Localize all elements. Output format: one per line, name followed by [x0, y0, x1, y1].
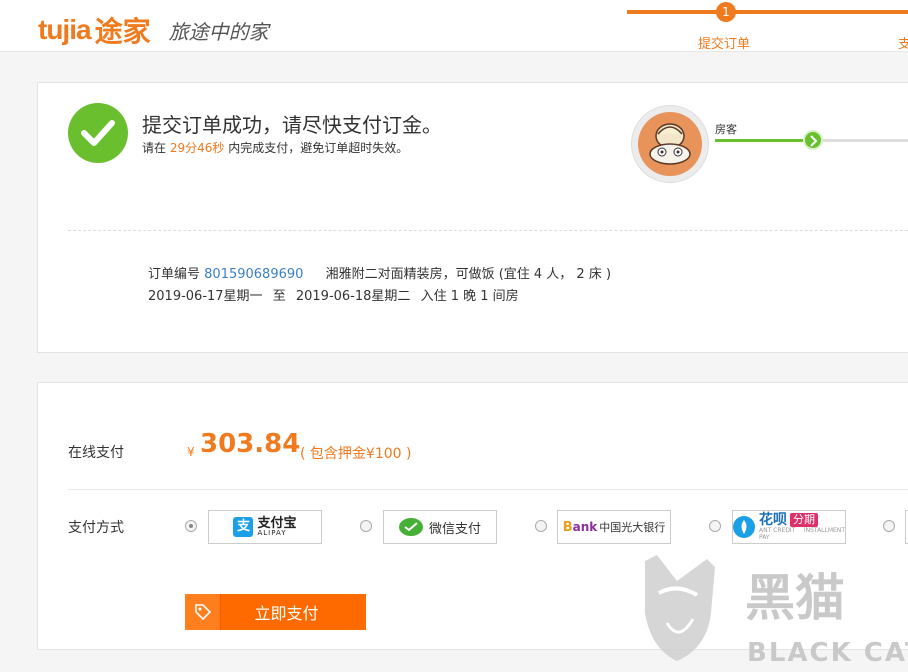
header: tujia 途家 旅途中的家 1 提交订单 支 — [0, 0, 908, 52]
bank-name: 中国光大银行 — [599, 521, 666, 534]
progress-done-line — [715, 139, 803, 142]
success-title: 提交订单成功，请尽快支付订金。 — [142, 113, 442, 137]
online-pay-label: 在线支付 — [68, 445, 124, 461]
wechat-icon — [398, 518, 423, 536]
logo-slogan: 旅途中的家 — [168, 19, 269, 44]
bank-logo-b: B — [562, 519, 573, 535]
deposit-note: ( 包含押金¥100 ) — [300, 446, 412, 462]
currency-symbol: ¥ — [187, 445, 195, 459]
pay-amount: 303.84 — [200, 429, 301, 459]
order-number[interactable]: 801590689690 — [204, 267, 303, 282]
payment-panel: 在线支付 ¥ 303.84 ( 包含押金¥100 ) 支付方式 支 支付宝 AL… — [37, 382, 908, 650]
huabei-radio[interactable] — [709, 520, 721, 532]
checkout-date: 2019-06-18星期二 — [295, 289, 411, 304]
date-to: 至 — [272, 289, 286, 304]
logo-cn: 途家 — [94, 15, 151, 48]
alipay-radio[interactable] — [185, 520, 197, 532]
guest-step-label: 房客 — [715, 123, 737, 136]
wechat-option[interactable]: 微信支付 — [383, 510, 497, 544]
installment-sub: INSTALLMENT — [803, 527, 845, 535]
countdown-prefix: 请在 — [142, 141, 170, 155]
stay-dates-line: 2019-06-17星期一 至 2019-06-18星期二 入住 1 晚 1 间… — [148, 285, 519, 304]
wechat-name: 微信支付 — [428, 521, 481, 537]
divider — [68, 489, 908, 490]
installment-tag: 分期 — [790, 513, 818, 528]
huabei-name: 花呗 — [759, 511, 787, 528]
logo[interactable]: tujia 途家 旅途中的家 — [38, 10, 269, 50]
step-1-dot: 1 — [716, 2, 736, 22]
more-method-radio[interactable] — [883, 520, 895, 532]
countdown-timer: 29分46秒 — [169, 141, 225, 155]
order-info-line: 订单编号 801590689690 湘雅附二对面精装房，可做饭 (宜住 4 人，… — [148, 263, 611, 282]
huabei-option[interactable]: 花呗 分期 ANT CREDIT PAY INSTALLMENT — [732, 510, 846, 544]
order-summary-panel: 提交订单成功，请尽快支付订金。 请在 29分46秒 内完成支付，避免订单超时失效… — [37, 82, 908, 353]
step-1-label: 提交订单 — [698, 37, 751, 52]
alipay-text: 支付宝 ALIPAY — [257, 517, 296, 537]
chevron-right-icon — [803, 130, 823, 150]
pay-now-label: 立即支付 — [254, 606, 319, 623]
pay-now-button[interactable]: 立即支付 — [185, 594, 366, 630]
alipay-sub: ALIPAY — [257, 529, 287, 537]
order-no-label: 订单编号 — [148, 267, 201, 282]
huabei-text: 花呗 分期 ANT CREDIT PAY INSTALLMENT — [759, 511, 845, 542]
dashed-divider — [68, 230, 908, 231]
guest-avatar — [631, 105, 709, 183]
step-progress-line — [627, 10, 908, 14]
bank-radio[interactable] — [535, 520, 547, 532]
success-check-icon — [68, 103, 128, 163]
checkin-date: 2019-06-17星期一 — [148, 289, 263, 304]
huabei-icon — [733, 516, 755, 538]
progress-pending-line — [823, 139, 908, 142]
success-subtitle: 请在 29分46秒 内完成支付，避免订单超时失效。 — [142, 139, 408, 156]
step-2-label: 支 — [898, 37, 908, 52]
avatar-image — [638, 112, 702, 176]
room-description: 湘雅附二对面精装房，可做饭 (宜住 4 人， 2 床 ) — [325, 267, 612, 282]
wechat-radio[interactable] — [360, 520, 372, 532]
countdown-suffix: 内完成支付，避免订单超时失效。 — [224, 141, 409, 155]
bank-logo-ank: ank — [572, 520, 598, 534]
alipay-icon: 支 — [233, 517, 254, 537]
stay-length: 入住 1 晚 1 间房 — [420, 289, 519, 304]
logo-en: tujia — [38, 14, 92, 45]
pay-method-label: 支付方式 — [68, 520, 124, 536]
alipay-option[interactable]: 支 支付宝 ALIPAY — [208, 510, 322, 544]
bank-option[interactable]: Bank 中国光大银行 — [557, 510, 671, 544]
huabei-sub: ANT CREDIT PAY — [759, 527, 796, 541]
tag-icon — [185, 594, 221, 630]
